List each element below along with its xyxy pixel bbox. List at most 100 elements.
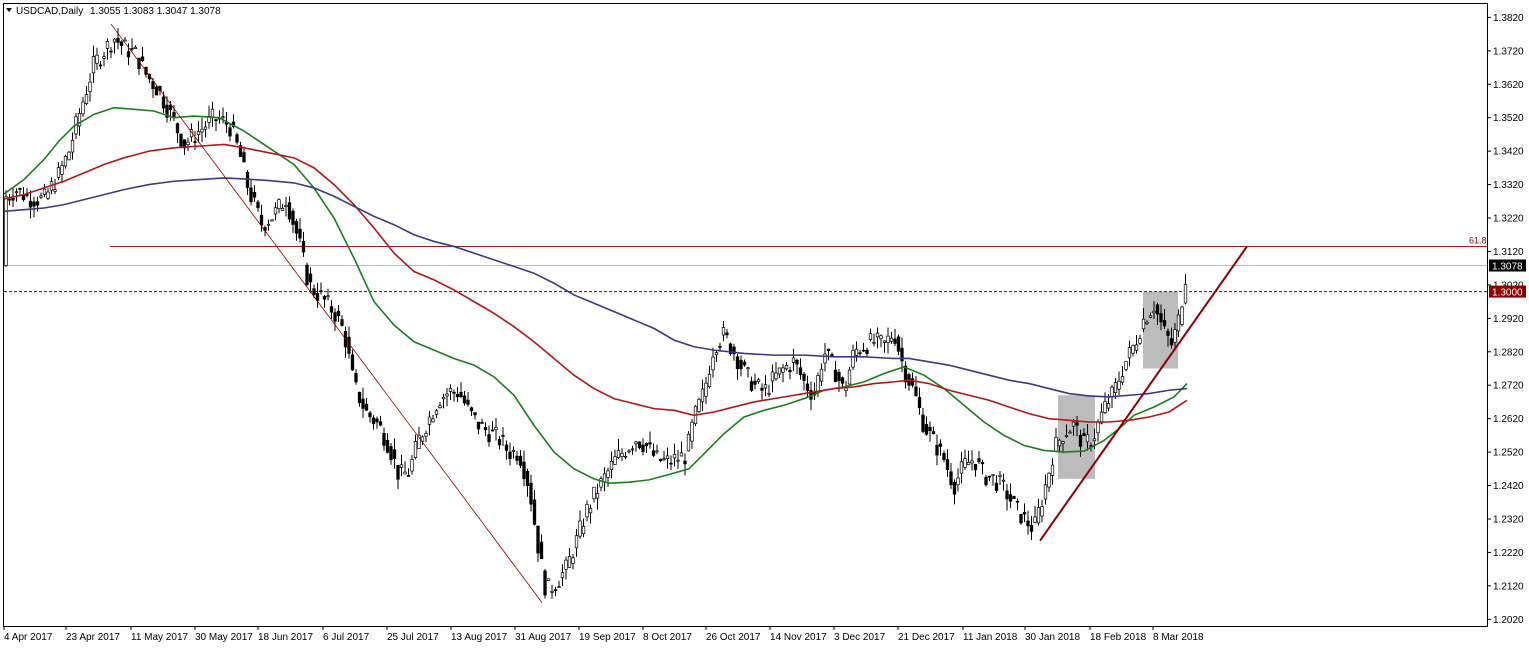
candle-body — [840, 377, 845, 384]
candle-body — [592, 486, 596, 500]
candle-body — [196, 131, 201, 136]
candle-body — [291, 210, 295, 225]
candle-body — [126, 51, 131, 58]
candle-body — [368, 412, 372, 418]
candle-body — [865, 349, 869, 354]
candle-body — [88, 81, 92, 92]
candle-body — [438, 405, 442, 408]
candle-body — [795, 359, 799, 365]
candle-body — [949, 471, 953, 486]
candle-body — [529, 482, 533, 505]
candle-body — [490, 429, 495, 432]
candle-body — [361, 398, 365, 409]
candle-body — [973, 464, 978, 471]
candle-body — [364, 403, 369, 411]
candle-body — [651, 450, 656, 456]
y-tick-label: 1.2620 — [1493, 414, 1524, 425]
y-tick-label: 1.3320 — [1493, 180, 1524, 191]
candle-body — [585, 503, 589, 518]
x-tick-label: 6 Jul 2017 — [323, 632, 370, 643]
x-tick-label: 30 May 2017 — [195, 632, 253, 643]
candle-body — [571, 557, 575, 564]
candle-body — [504, 444, 509, 451]
candle-body — [627, 450, 631, 453]
x-tick-label: 11 May 2017 — [131, 632, 189, 643]
candle-body — [823, 353, 827, 364]
candle-body — [704, 382, 708, 397]
candle-body — [466, 399, 470, 405]
candle-body — [469, 407, 474, 412]
candle-body — [277, 199, 281, 209]
candle-body — [928, 426, 932, 431]
candle-body — [1117, 380, 1121, 390]
candle-body — [385, 440, 390, 453]
candle-body — [1110, 386, 1114, 398]
candle-body — [889, 337, 894, 342]
x-tick-label: 30 Jan 2018 — [1025, 632, 1080, 643]
candle-body — [721, 327, 726, 336]
candle-body — [403, 471, 407, 475]
candle-body — [1180, 306, 1184, 325]
candle-body — [994, 482, 999, 491]
candle-body — [844, 387, 848, 391]
y-tick-label: 1.2720 — [1493, 381, 1524, 392]
candle-body — [382, 433, 386, 446]
candle-body — [1078, 434, 1083, 447]
x-tick-label: 8 Oct 2017 — [643, 632, 692, 643]
candle-body — [609, 460, 614, 471]
candle-body — [1029, 525, 1034, 532]
candle-body — [256, 201, 260, 209]
candle-body — [984, 476, 988, 486]
chart-header: USDCAD,Daily 1.3055 1.3083 1.3047 1.3078 — [6, 6, 221, 17]
candle-body — [1127, 347, 1132, 359]
candle-body — [494, 427, 498, 431]
candle-body — [662, 458, 666, 461]
candle-body — [1162, 320, 1167, 327]
candle-body — [336, 310, 341, 317]
candle-body — [578, 520, 582, 537]
candle-body — [676, 459, 680, 462]
candle-body — [641, 444, 645, 452]
candle-body — [980, 462, 985, 465]
candle-body — [473, 412, 477, 416]
candle-body — [977, 458, 981, 463]
candle-body — [833, 369, 838, 383]
candle-body — [830, 354, 834, 356]
candle-body — [396, 464, 400, 480]
candle-body — [686, 433, 691, 452]
x-tick-label: 4 Apr 2017 — [4, 632, 53, 643]
ohlc-values: 1.3055 1.3083 1.3047 1.3078 — [90, 6, 221, 17]
candle-body — [896, 336, 901, 352]
candle-body — [1152, 310, 1156, 314]
candle-body — [32, 201, 36, 207]
candle-body — [1124, 361, 1128, 370]
candle-body — [427, 416, 432, 425]
candle-body — [56, 167, 61, 178]
candle-body — [672, 453, 677, 459]
candle-body — [690, 421, 694, 442]
candle-body — [4, 196, 8, 266]
candle-body — [924, 424, 929, 435]
candle-body — [11, 198, 15, 201]
candle-body — [1120, 376, 1125, 383]
x-tick-label: 31 Aug 2017 — [515, 632, 572, 643]
candle-body — [508, 451, 512, 460]
candle-body — [350, 354, 355, 371]
candle-body — [280, 208, 285, 211]
candle-body — [1047, 472, 1051, 488]
candle-body — [910, 378, 915, 386]
candle-body — [536, 525, 540, 554]
candle-body — [1138, 338, 1142, 344]
candle-body — [214, 119, 218, 121]
candle-body — [434, 410, 439, 415]
candle-body — [445, 393, 449, 397]
candle-body — [259, 214, 264, 226]
candle-body — [1106, 403, 1111, 409]
candle-body — [683, 460, 687, 465]
candle-body — [1148, 315, 1153, 318]
candle-body — [917, 396, 922, 409]
candle-body — [550, 591, 554, 593]
candle-body — [959, 461, 964, 474]
candle-body — [1169, 338, 1174, 346]
candle-body — [7, 198, 12, 201]
